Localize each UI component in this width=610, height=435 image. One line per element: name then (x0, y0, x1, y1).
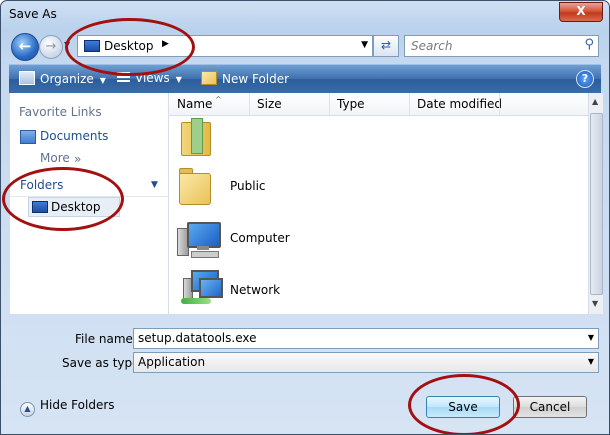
back-button[interactable]: ← (11, 33, 39, 61)
new-folder-label: New Folder (222, 72, 290, 86)
column-headers: Name ^ Size Type Date modified (169, 93, 588, 116)
organize-button[interactable]: Organize ▼ (19, 71, 106, 86)
file-name-input[interactable]: setup.datatools.exe ▼ (133, 328, 599, 349)
list-item[interactable] (177, 115, 297, 159)
vertical-scrollbar[interactable]: ▲ ▼ (588, 93, 603, 314)
hide-folders-button[interactable]: ▲ Hide Folders (20, 398, 115, 417)
column-name[interactable]: Name ^ (177, 95, 222, 111)
refresh-button[interactable]: ⇄ (373, 35, 399, 57)
column-size[interactable]: Size (257, 97, 282, 111)
favorite-links-heading: Favorite Links (19, 105, 102, 119)
list-item[interactable]: Public (177, 164, 297, 208)
scroll-up-icon[interactable]: ▲ (592, 97, 598, 106)
folders-collapse-icon[interactable]: ▼ (151, 180, 158, 190)
chevron-up-icon: ▲ (20, 402, 35, 417)
new-folder-icon (201, 71, 217, 85)
column-divider[interactable] (249, 93, 250, 115)
search-icon[interactable]: ⚲ (584, 37, 594, 52)
organize-dropdown-icon: ▼ (99, 76, 106, 85)
sort-ascending-icon: ^ (215, 95, 222, 104)
organize-icon (19, 71, 35, 85)
new-folder-button[interactable]: New Folder (201, 71, 289, 86)
file-list: Name ^ Size Type Date modified Public Com… (169, 93, 588, 314)
computer-icon (177, 222, 221, 258)
search-input[interactable]: Search ⚲ (404, 35, 599, 57)
save-as-type-label: Save as type: (62, 356, 144, 370)
back-arrow-icon: ← (18, 37, 32, 55)
save-as-type-select[interactable]: Application ▼ (133, 352, 599, 373)
list-item-label: Network (230, 283, 281, 297)
file-name-dropdown-icon[interactable]: ▼ (588, 333, 594, 342)
network-icon (177, 270, 223, 310)
save-as-dialog: Save As X ← → ▼ Desktop ▶ ▼ ⇄ Search ⚲ O… (0, 0, 610, 435)
more-chevron-icon[interactable]: » (74, 152, 81, 166)
address-dropdown-icon[interactable]: ▼ (361, 40, 368, 50)
scrollbar-thumb[interactable] (590, 113, 603, 295)
list-item-label: Public (230, 179, 266, 193)
user-folder-icon (181, 118, 211, 156)
views-dropdown-icon: ▼ (175, 75, 182, 84)
folder-icon (179, 168, 211, 205)
search-placeholder: Search (411, 39, 453, 53)
documents-link[interactable]: Documents (40, 129, 108, 143)
forward-arrow-icon: → (45, 39, 57, 54)
file-name-value: setup.datatools.exe (138, 331, 257, 345)
annotation-ellipse (408, 374, 520, 434)
column-type[interactable]: Type (337, 97, 365, 111)
save-as-type-value: Application (138, 355, 206, 369)
save-as-type-dropdown-icon[interactable]: ▼ (588, 357, 594, 366)
close-button[interactable]: X (559, 2, 603, 22)
documents-icon (20, 130, 36, 144)
annotation-ellipse (2, 167, 124, 231)
annotation-ellipse (65, 18, 195, 76)
cancel-button[interactable]: Cancel (513, 396, 587, 418)
column-divider[interactable] (409, 93, 410, 115)
column-divider[interactable] (499, 93, 500, 115)
column-divider[interactable] (329, 93, 330, 115)
scroll-down-icon[interactable]: ▼ (592, 299, 598, 308)
help-button[interactable]: ? (576, 70, 594, 88)
forward-button[interactable]: → (39, 35, 63, 59)
window-title: Save As (9, 7, 57, 21)
list-item[interactable]: Computer (177, 216, 297, 260)
more-link[interactable]: More (40, 151, 70, 165)
hide-folders-label: Hide Folders (40, 398, 115, 412)
file-name-label: File name: (75, 332, 137, 346)
list-item[interactable]: Network (177, 268, 297, 312)
refresh-icon: ⇄ (380, 38, 392, 52)
column-date-modified[interactable]: Date modified (417, 97, 502, 111)
column-name-label: Name (177, 97, 213, 111)
list-item-label: Computer (230, 231, 290, 245)
organize-label: Organize (40, 72, 94, 86)
